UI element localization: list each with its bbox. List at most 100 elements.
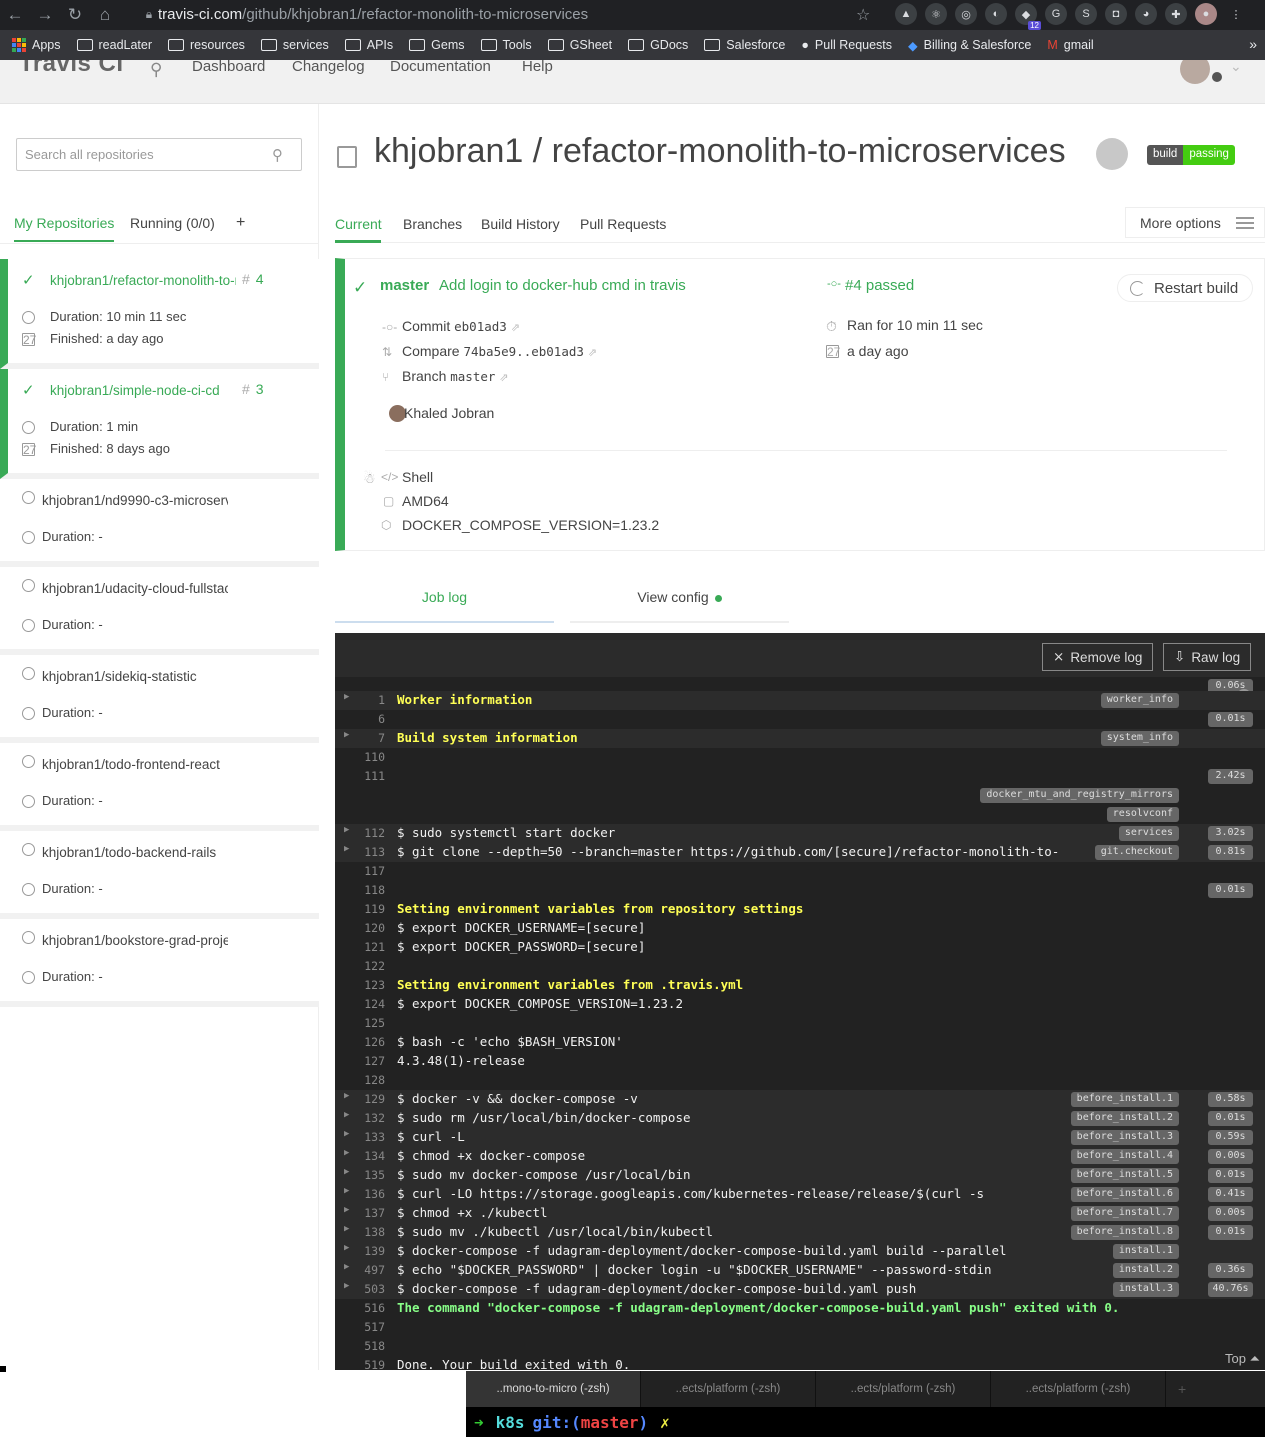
line-number[interactable]: 1 bbox=[351, 693, 385, 707]
bookmark-item[interactable]: ● Pull Requests bbox=[801, 38, 892, 52]
fold-arrow-icon[interactable]: ▶ bbox=[344, 1167, 349, 1177]
build-branch[interactable]: master bbox=[380, 277, 429, 294]
line-number[interactable]: 122 bbox=[351, 959, 385, 973]
line-number[interactable]: 6 bbox=[351, 712, 385, 726]
log-line[interactable]: ▶ 112 $ sudo systemctl start docker service… bbox=[335, 824, 1265, 843]
line-number[interactable]: 138 bbox=[351, 1225, 385, 1239]
terminal-add-tab-icon[interactable]: + bbox=[1166, 1371, 1186, 1407]
bookmark-item[interactable]: GSheet bbox=[547, 38, 612, 52]
chevron-down-icon[interactable]: ⌄ bbox=[1230, 60, 1242, 75]
puzzle-icon[interactable]: ✚ bbox=[1165, 3, 1187, 25]
commit-link[interactable]: Commit eb01ad3 ⇗ bbox=[402, 318, 520, 334]
reload-icon[interactable]: ↻ bbox=[60, 0, 90, 30]
log-line[interactable]: ▶ 1 Worker information worker_info bbox=[335, 691, 1265, 710]
line-number[interactable]: 139 bbox=[351, 1244, 385, 1258]
line-number[interactable]: 121 bbox=[351, 940, 385, 954]
nav-documentation[interactable]: Documentation bbox=[390, 60, 491, 75]
address-bar[interactable]: 🔒︎ travis-ci.com/github/khjobran1/refact… bbox=[140, 2, 885, 26]
log-line[interactable]: ▶ 7 Build system information system_info bbox=[335, 729, 1265, 748]
line-number[interactable]: 124 bbox=[351, 997, 385, 1011]
log-line[interactable]: ▶ 137 $ chmod +x ./kubectl before_install.7… bbox=[335, 1204, 1265, 1223]
record-extension-icon[interactable]: ◎ bbox=[955, 3, 977, 25]
line-number[interactable]: 119 bbox=[351, 902, 385, 916]
translate-extension-icon[interactable]: G bbox=[1045, 3, 1067, 25]
s-extension-icon[interactable]: S bbox=[1075, 3, 1097, 25]
repo-name[interactable]: khjobran1/udacity-cloud-fullstack bbox=[42, 581, 228, 596]
tab-current[interactable]: Current bbox=[335, 216, 382, 232]
line-number[interactable]: 120 bbox=[351, 921, 385, 935]
nav-changelog[interactable]: Changelog bbox=[292, 60, 365, 75]
line-number[interactable]: 135 bbox=[351, 1168, 385, 1182]
tab-my-repositories[interactable]: My Repositories bbox=[14, 215, 115, 242]
fold-arrow-icon[interactable]: ▶ bbox=[344, 1281, 349, 1291]
menu-kebab-icon[interactable]: ⋮ bbox=[1225, 3, 1247, 25]
branch-link[interactable]: Branch master ⇗ bbox=[402, 368, 509, 384]
line-number[interactable]: 516 bbox=[351, 1301, 385, 1315]
profile-avatar[interactable]: ● bbox=[1195, 3, 1217, 25]
line-number[interactable]: 112 bbox=[351, 826, 385, 840]
fold-arrow-icon[interactable]: ▶ bbox=[344, 692, 349, 702]
line-number[interactable]: 134 bbox=[351, 1149, 385, 1163]
fold-arrow-icon[interactable]: ▶ bbox=[344, 1091, 349, 1101]
tab-build-history[interactable]: Build History bbox=[481, 216, 560, 232]
log-line[interactable]: ▶ 129 $ docker -v && docker-compose -v befo… bbox=[335, 1090, 1265, 1109]
remove-log-button[interactable]: ⨯ Remove log bbox=[1042, 643, 1154, 671]
build-state[interactable]: #4 passed bbox=[845, 277, 914, 294]
line-number[interactable]: 136 bbox=[351, 1187, 385, 1201]
line-number[interactable]: 503 bbox=[351, 1282, 385, 1296]
bookmark-item[interactable]: GDocs bbox=[628, 38, 688, 52]
log-line[interactable]: ▶ 113 $ git clone --depth=50 --branch=mast… bbox=[335, 843, 1265, 862]
repo-name[interactable]: khjobran1/simple-node-ci-cd bbox=[50, 383, 236, 398]
bookmark-item[interactable]: readLater bbox=[76, 38, 152, 52]
repo-card[interactable]: ✓ khjobran1/simple-node-ci-cd #3 Duration: … bbox=[0, 369, 319, 479]
bookmark-item[interactable]: Gems bbox=[409, 38, 465, 52]
line-number[interactable]: 123 bbox=[351, 978, 385, 992]
repo-card[interactable]: khjobran1/todo-backend-rails Duration: - bbox=[0, 831, 319, 919]
build-number[interactable]: #4 bbox=[242, 271, 264, 287]
line-number[interactable]: 133 bbox=[351, 1130, 385, 1144]
fold-arrow-icon[interactable]: ▶ bbox=[344, 1224, 349, 1234]
github-icon[interactable] bbox=[1096, 138, 1128, 170]
line-number[interactable]: 111 bbox=[351, 769, 385, 783]
log-line[interactable]: ▶ 133 $ curl -L before_install.3 0.59s bbox=[335, 1128, 1265, 1147]
repo-card[interactable]: khjobran1/nd9990-c3-microservices Duratio… bbox=[0, 479, 319, 567]
log-line[interactable]: ▶ 136 $ curl -LO https://storage.googleapi… bbox=[335, 1185, 1265, 1204]
bookmark-star-icon[interactable]: ☆ bbox=[856, 5, 870, 25]
tab-job-log[interactable]: Job log bbox=[335, 589, 554, 623]
react-extension-icon[interactable]: ⚛ bbox=[925, 3, 947, 25]
fold-arrow-icon[interactable]: ▶ bbox=[344, 1148, 349, 1158]
fold-arrow-icon[interactable]: ▶ bbox=[344, 1129, 349, 1139]
fold-arrow-icon[interactable]: ▶ bbox=[344, 1110, 349, 1120]
fold-arrow-icon[interactable]: ▶ bbox=[344, 1205, 349, 1215]
nav-dashboard[interactable]: Dashboard bbox=[192, 60, 265, 75]
tab-branches[interactable]: Branches bbox=[403, 216, 462, 232]
fold-arrow-icon[interactable]: ▶ bbox=[344, 1186, 349, 1196]
repo-card[interactable]: khjobran1/sidekiq-statistic Duration: - bbox=[0, 655, 319, 743]
fold-arrow-icon[interactable]: ▶ bbox=[344, 730, 349, 740]
fold-arrow-icon[interactable]: ▶ bbox=[344, 844, 349, 854]
line-number[interactable]: 129 bbox=[351, 1092, 385, 1106]
raw-log-button[interactable]: ⇩ Raw log bbox=[1163, 643, 1252, 671]
terminal-prompt[interactable]: ➜ k8s git:(master) ✗ bbox=[466, 1407, 1265, 1437]
build-number[interactable]: #3 bbox=[242, 381, 264, 397]
line-number[interactable]: 518 bbox=[351, 1339, 385, 1353]
camera-extension-icon[interactable]: ◘ bbox=[1105, 3, 1127, 25]
terminal-tab[interactable]: ..mono-to-micro (-zsh) bbox=[466, 1371, 641, 1407]
add-repository-button[interactable]: + bbox=[236, 214, 245, 232]
scroll-to-top-link[interactable]: Top ⏶ bbox=[1225, 1351, 1260, 1367]
search-input[interactable]: Search all repositories bbox=[16, 138, 302, 171]
line-number[interactable]: 118 bbox=[351, 883, 385, 897]
line-number[interactable]: 126 bbox=[351, 1035, 385, 1049]
travis-logo[interactable]: Travis CI bbox=[19, 60, 124, 78]
user-avatar[interactable] bbox=[1180, 60, 1210, 84]
bookmark-item[interactable]: services bbox=[260, 38, 329, 52]
line-number[interactable]: 125 bbox=[351, 1016, 385, 1030]
repo-name[interactable]: khjobran1/todo-frontend-react bbox=[42, 757, 228, 772]
home-icon[interactable]: ⌂ bbox=[90, 0, 120, 30]
line-number[interactable]: 7 bbox=[351, 731, 385, 745]
repo-card[interactable]: khjobran1/todo-frontend-react Duration: - bbox=[0, 743, 319, 831]
log-line[interactable]: ▶ 132 $ sudo rm /usr/local/bin/docker-comp… bbox=[335, 1109, 1265, 1128]
repo-card[interactable]: khjobran1/udacity-cloud-fullstack Duratio… bbox=[0, 567, 319, 655]
terminal-tab[interactable]: ..ects/platform (-zsh) bbox=[816, 1371, 991, 1407]
compare-link[interactable]: Compare 74ba5e9..eb01ad3 ⇗ bbox=[402, 343, 597, 359]
